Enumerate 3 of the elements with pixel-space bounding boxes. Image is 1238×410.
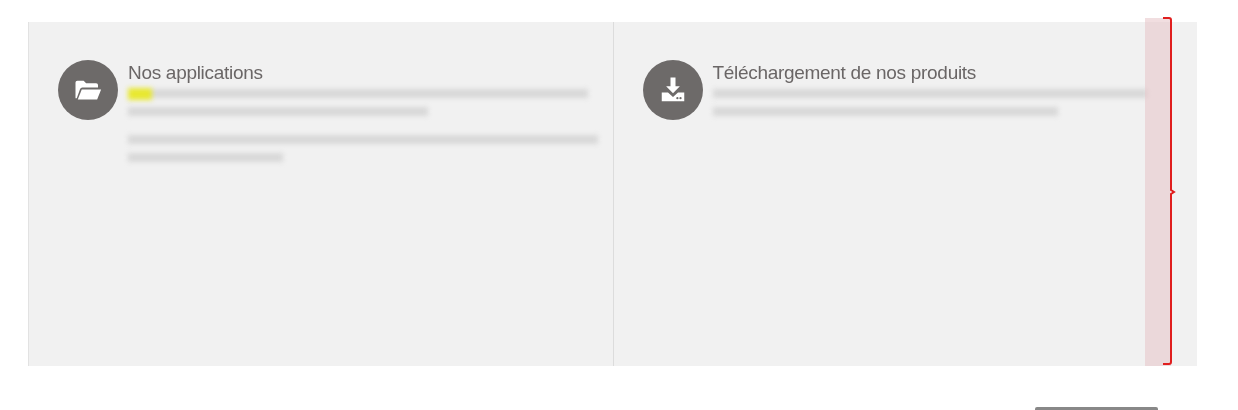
section-title: Nos applications [128, 61, 264, 85]
folder-icon [58, 60, 118, 120]
section-title: Téléchargement de nos produits [712, 61, 977, 85]
